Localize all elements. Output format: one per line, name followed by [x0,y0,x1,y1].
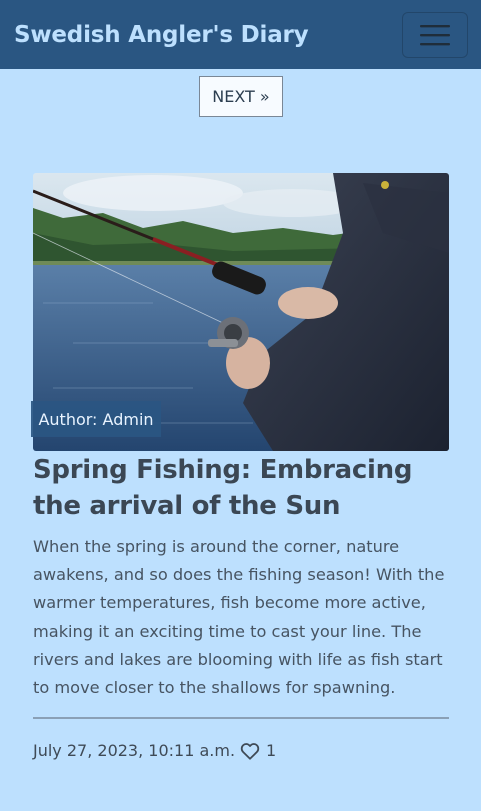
navbar: Swedish Angler's Diary [0,0,481,69]
post-meta: July 27, 2023, 10:11 a.m. 1 [33,741,276,760]
like-count: 1 [266,741,277,760]
hamburger-menu-icon [420,24,450,45]
post-title[interactable]: Spring Fishing: Embracing the arrival of… [33,452,453,524]
author-badge: Author: Admin [31,401,161,437]
heart-outline-icon [240,742,260,760]
post-excerpt: When the spring is around the corner, na… [33,537,445,698]
like-button[interactable] [240,742,260,760]
next-page-button[interactable]: NEXT » [199,76,283,117]
post-date: July 27, 2023, 10:11 a.m. [33,741,236,760]
divider [33,717,449,719]
site-brand[interactable]: Swedish Angler's Diary [14,22,309,48]
menu-toggle-button[interactable] [402,11,468,58]
